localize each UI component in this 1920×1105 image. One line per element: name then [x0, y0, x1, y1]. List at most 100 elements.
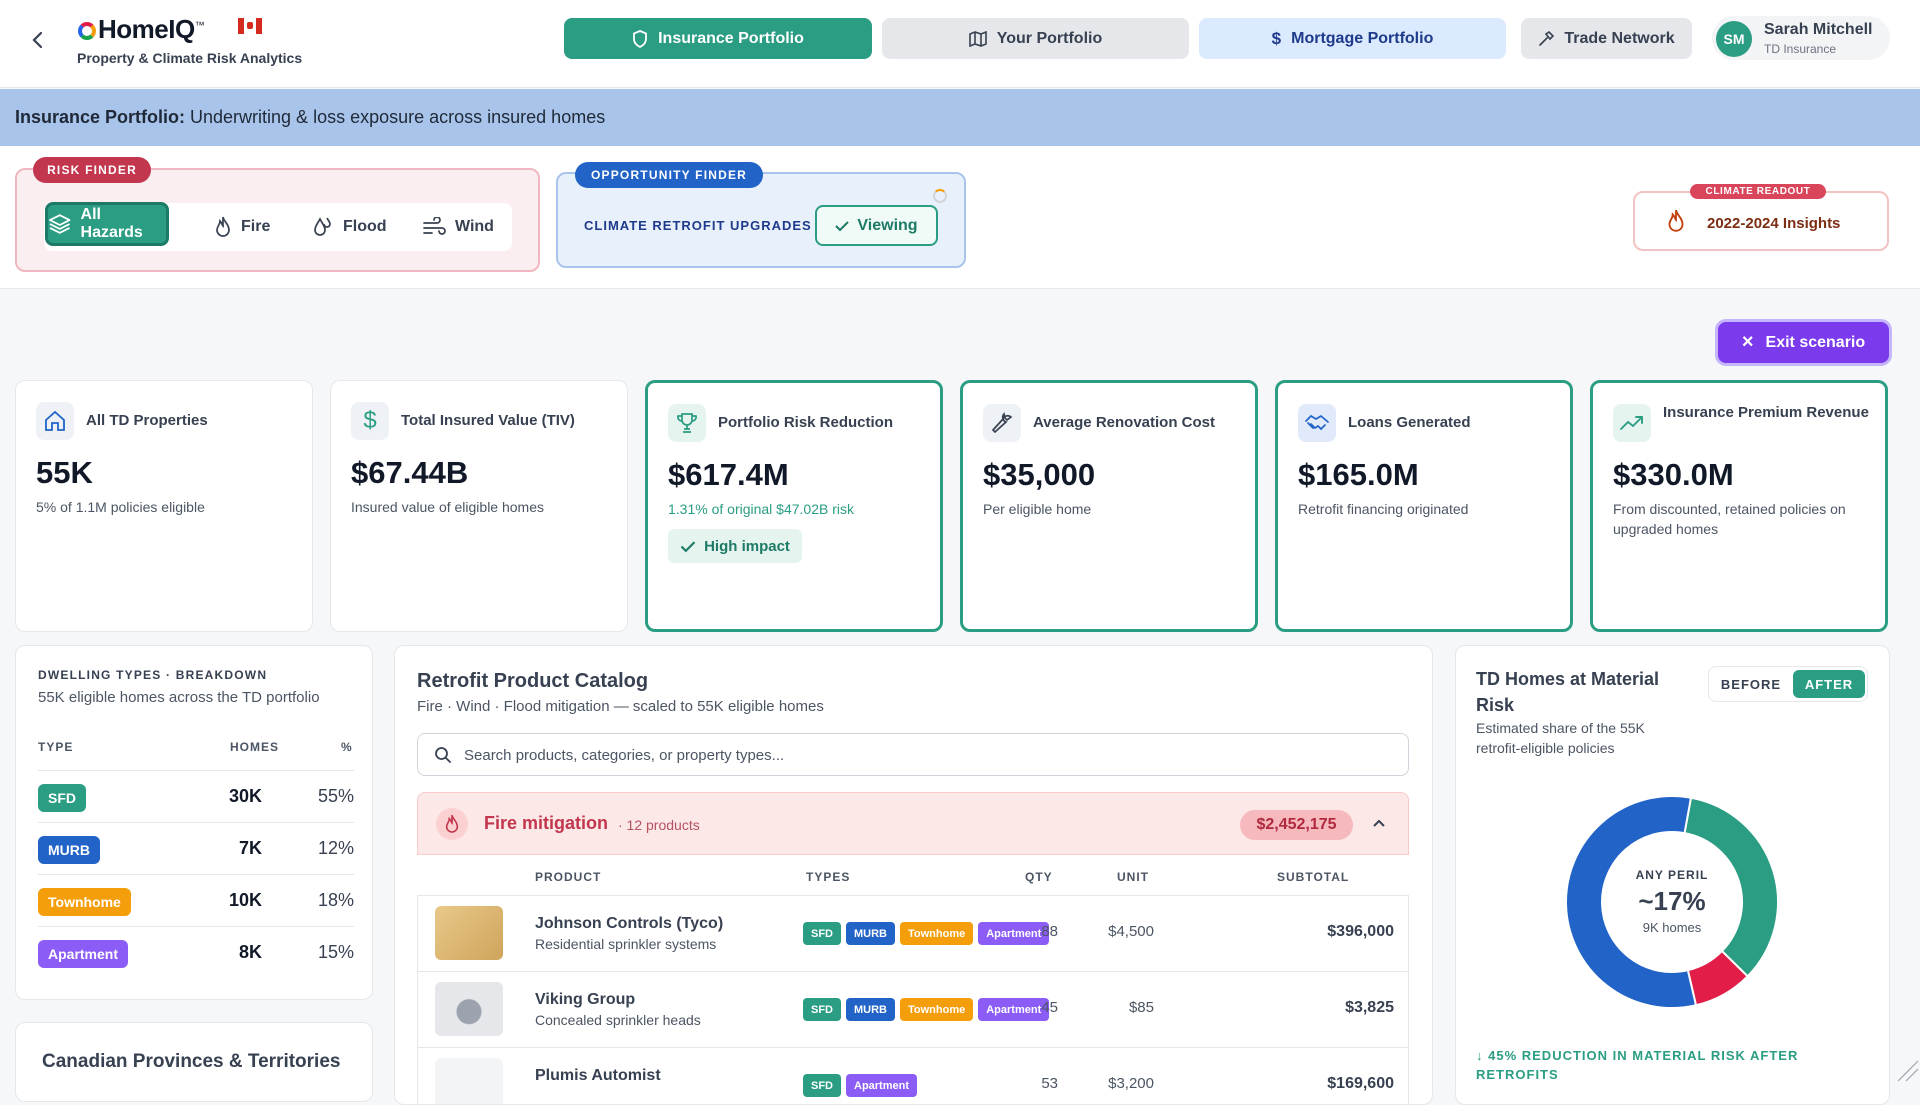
product-name: Plumis Automist: [535, 1067, 661, 1084]
product-row[interactable]: Viking Group Concealed sprinkler heads SFD…: [417, 971, 1409, 1047]
kpi-sub: Insured value of eligible homes: [351, 499, 545, 515]
app-logo[interactable]: HomeIQ™: [78, 14, 205, 45]
column-header-types: TYPES: [806, 870, 851, 884]
risk-finder-tag: RISK FINDER: [33, 157, 151, 183]
product-qty: 53: [1041, 1075, 1058, 1092]
kpi-card-tiv: $ Total Insured Value (TIV) $67.44B Insu…: [330, 380, 628, 632]
column-header-product: PRODUCT: [535, 870, 602, 884]
product-thumbnail: [435, 1058, 503, 1104]
column-header-homes: HOMES: [230, 740, 280, 754]
donut-sublabel: 9K homes: [1642, 920, 1702, 935]
material-risk-subtitle: Estimated share of the 55K retrofit-elig…: [1476, 720, 1645, 756]
handshake-icon: [1298, 404, 1336, 442]
hammer-icon: [1539, 30, 1555, 46]
product-subtotal: $3,825: [1345, 999, 1394, 1016]
loading-spinner-icon: [933, 189, 947, 203]
dwelling-pct: 18%: [317, 890, 354, 910]
kpi-sub: 1.31% of original $47.02B risk: [668, 501, 854, 517]
dwelling-title: DWELLING TYPES · BREAKDOWN: [38, 668, 268, 682]
chevron-up-icon[interactable]: [1370, 815, 1388, 838]
type-pill: SFD: [803, 922, 841, 945]
type-pill: MURB: [846, 922, 895, 945]
portfolio-banner: Insurance Portfolio: Underwriting & loss…: [0, 89, 1920, 146]
hazard-wind[interactable]: Wind: [422, 203, 494, 251]
kpi-value: $330.0M: [1613, 457, 1734, 492]
column-header-subtotal: SUBTOTAL: [1277, 870, 1350, 884]
dwelling-pct: 15%: [317, 942, 354, 962]
kpi-label: All TD Properties: [86, 412, 208, 429]
dwelling-row: SFD 30K 55%: [38, 770, 354, 822]
hazard-all[interactable]: All Hazards: [45, 202, 169, 246]
product-row[interactable]: Plumis Automist SFD Apartment 53 $3,200 $169,…: [417, 1047, 1409, 1104]
nav-trade-network[interactable]: Trade Network: [1521, 18, 1692, 59]
column-header-type: TYPE: [38, 740, 74, 754]
toggle-after[interactable]: AFTER: [1793, 670, 1865, 698]
product-subtotal: $396,000: [1327, 923, 1394, 940]
check-icon: [680, 540, 696, 552]
product-thumbnail: [435, 982, 503, 1036]
dwelling-pct: 55%: [317, 786, 354, 806]
search-input[interactable]: Search products, categories, or property…: [417, 733, 1409, 776]
back-arrow-icon[interactable]: [26, 28, 50, 52]
opportunity-finder-tag: OPPORTUNITY FINDER: [575, 162, 763, 188]
dwelling-row: Apartment 8K 15%: [38, 926, 354, 978]
high-impact-badge: High impact: [668, 529, 802, 563]
hazard-flood[interactable]: Flood: [312, 203, 387, 251]
column-header-pct: %: [341, 740, 353, 754]
logo-ring-icon: [78, 22, 96, 40]
map-icon: [968, 30, 987, 47]
risk-reduction-note: ↓ 45% REDUCTION IN MATERIAL RISK AFTER R…: [1476, 1048, 1799, 1082]
fire-mitigation-group[interactable]: Fire mitigation · 12 products $2,452,175: [417, 792, 1409, 855]
dwelling-type-pill: Apartment: [38, 940, 129, 968]
resize-handle-icon[interactable]: [1896, 1035, 1920, 1083]
product-description: Residential sprinkler systems: [535, 936, 717, 952]
type-pill: Apartment: [846, 1074, 918, 1097]
top-bar: HomeIQ™ Property & Climate Risk Analytic…: [0, 0, 1920, 88]
type-pill: SFD: [803, 1074, 841, 1097]
search-placeholder: Search products, categories, or property…: [464, 747, 785, 764]
search-icon: [435, 747, 451, 763]
product-unit: $85: [1128, 999, 1154, 1016]
user-menu[interactable]: SM Sarah Mitchell TD Insurance: [1712, 16, 1890, 60]
dollar-icon: $: [1271, 28, 1282, 48]
nav-mortgage-portfolio[interactable]: $ Mortgage Portfolio: [1199, 18, 1506, 59]
finder-row: Fire Flood Wind All Hazards: [0, 146, 1920, 289]
type-pill: Townhome: [900, 998, 974, 1021]
wrench-icon: [983, 404, 1021, 442]
canada-flag-icon: [238, 18, 262, 34]
product-qty: 88: [1041, 923, 1058, 940]
wind-icon: [423, 217, 446, 235]
user-org: TD Insurance: [1764, 42, 1837, 56]
layers-icon: [49, 214, 71, 234]
kpi-label: Portfolio Risk Reduction: [718, 414, 894, 431]
kpi-value: $67.44B: [351, 455, 469, 490]
kpi-value: 55K: [36, 455, 93, 490]
provinces-card: Canadian Provinces & Territories: [15, 1022, 373, 1102]
retrofit-upgrades-label: CLIMATE RETROFIT UPGRADES: [584, 218, 812, 233]
dwelling-homes: 30K: [228, 786, 262, 806]
toggle-before[interactable]: BEFORE: [1712, 670, 1790, 698]
nav-insurance-portfolio[interactable]: Insurance Portfolio: [564, 18, 872, 59]
kpi-label: Loans Generated: [1348, 414, 1471, 431]
product-name: Viking Group: [535, 991, 636, 1008]
donut-label: ANY PERIL: [1635, 868, 1709, 882]
dwelling-row: Townhome 10K 18%: [38, 874, 354, 926]
nav-your-portfolio[interactable]: Your Portfolio: [882, 18, 1189, 59]
product-types: SFD Apartment: [803, 1074, 918, 1097]
product-description: Concealed sprinkler heads: [535, 1012, 701, 1028]
catalog-subtitle: Fire · Wind · Flood mitigation — scaled …: [417, 698, 824, 715]
dollar-icon: $: [351, 402, 389, 440]
product-row[interactable]: Johnson Controls (Tyco) Residential sprin…: [417, 895, 1409, 971]
kpi-sub: Retrofit financing originated: [1298, 501, 1469, 517]
user-name: Sarah Mitchell: [1764, 21, 1873, 38]
exit-scenario-button[interactable]: × Exit scenario: [1718, 322, 1889, 363]
hazard-fire[interactable]: Fire: [214, 203, 270, 251]
climate-readout-tag: CLIMATE READOUT: [1690, 184, 1826, 199]
flame-icon: [436, 808, 468, 840]
viewing-button[interactable]: Viewing: [815, 205, 938, 246]
climate-readout-label: 2022-2024 Insights: [1707, 215, 1841, 232]
product-name: Johnson Controls (Tyco): [535, 915, 724, 932]
kpi-card-loans: Loans Generated $165.0M Retrofit financi…: [1275, 380, 1573, 632]
type-pill: SFD: [803, 998, 841, 1021]
column-header-qty: QTY: [1025, 870, 1053, 884]
